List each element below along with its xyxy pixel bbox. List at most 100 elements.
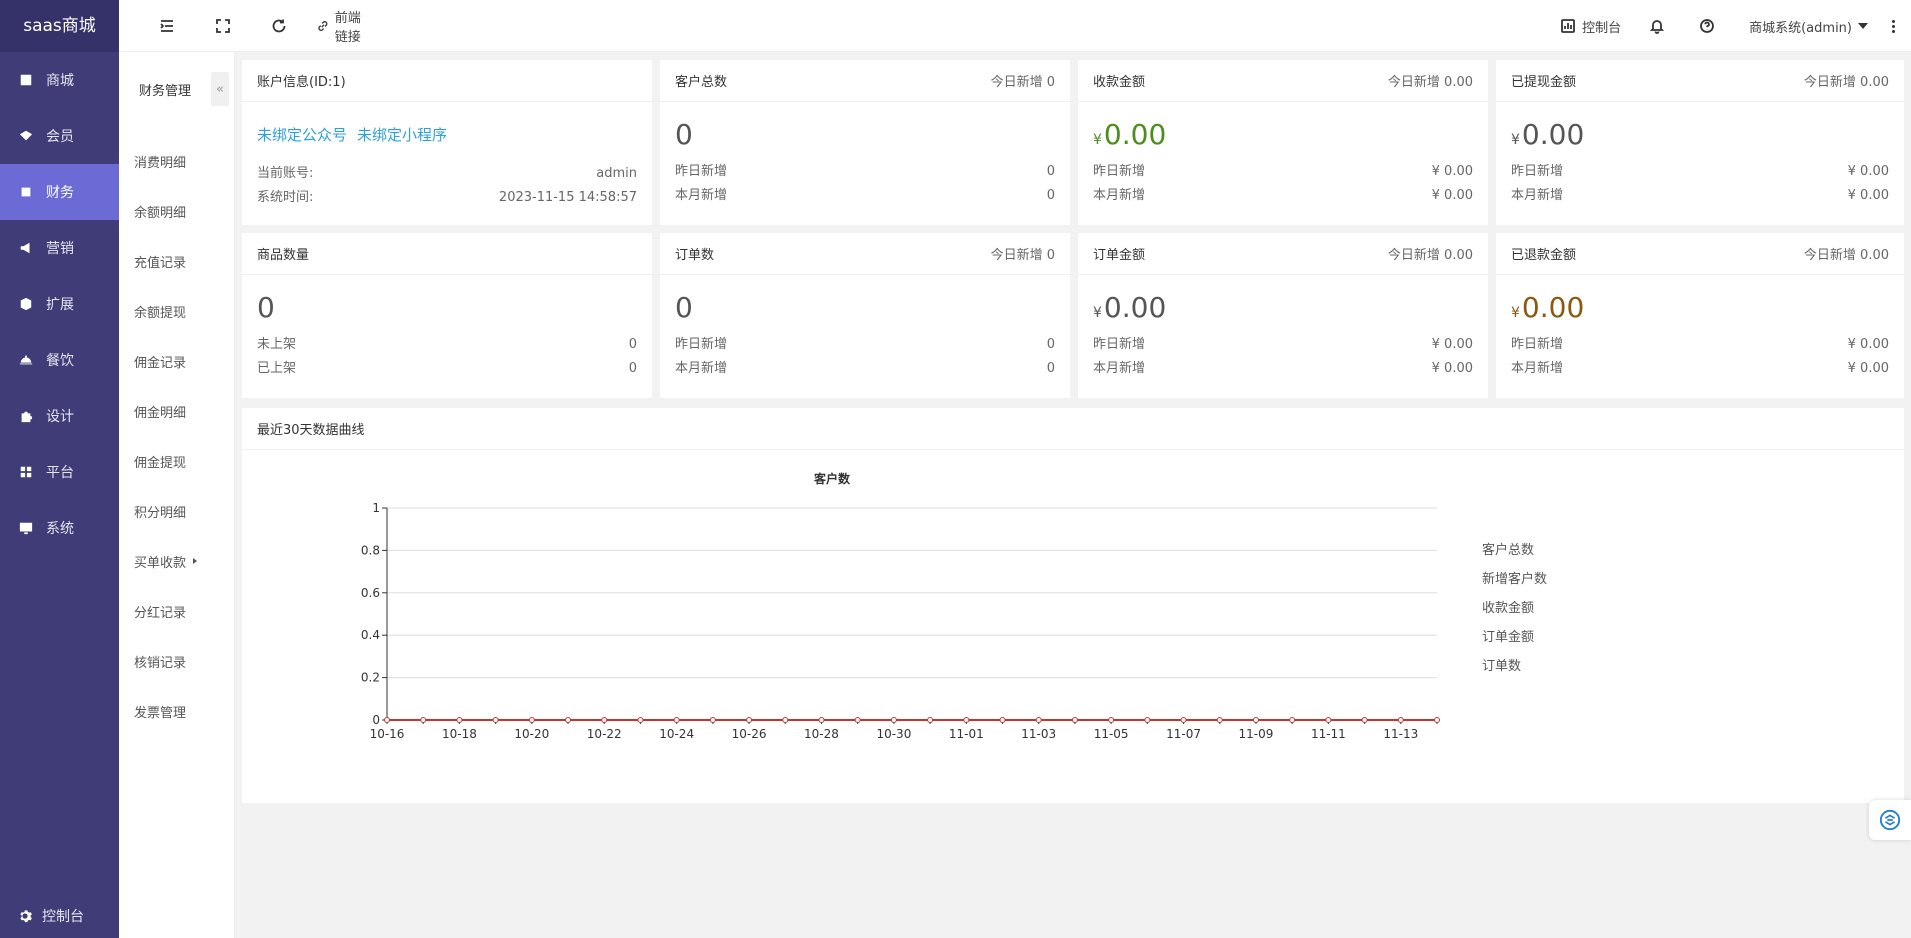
card-title: 已退款金额 <box>1511 248 1577 263</box>
subnav-item-10[interactable]: 核销记录 <box>119 636 235 686</box>
row-value: 0 <box>628 361 637 376</box>
menu-toggle-button[interactable] <box>139 0 195 52</box>
sidebar-item-0[interactable]: 商城 <box>0 52 119 108</box>
series-point <box>1108 717 1115 723</box>
more-options-icon[interactable] <box>1882 19 1911 33</box>
subnav-item-label: 买单收款 <box>134 555 187 571</box>
sidebar-item-label: 财务 <box>46 185 74 201</box>
bind-official-account-link[interactable]: 未绑定公众号 <box>257 126 347 144</box>
series-point <box>384 717 390 723</box>
series-point <box>492 717 499 723</box>
sidebar-item-label: 设计 <box>46 409 74 425</box>
card-title: 账户信息(ID:1) <box>257 75 346 90</box>
series-point <box>709 717 716 723</box>
legend-item: 收款金额 <box>1482 600 1534 616</box>
subnav-item-label: 佣金明细 <box>134 405 187 421</box>
currency-symbol: ¥ <box>1093 305 1102 321</box>
subnav-item-7[interactable]: 积分明细 <box>119 486 235 536</box>
subnav-item-label: 消费明细 <box>134 155 187 171</box>
refresh-icon <box>272 19 286 32</box>
legend-item: 订单金额 <box>1482 629 1534 645</box>
big-value: 0 <box>257 291 275 324</box>
row-label: 本月新增 <box>1511 361 1564 376</box>
help-icon <box>1700 19 1715 33</box>
big-value: 0 <box>675 118 693 151</box>
subnav-item-11[interactable]: 发票管理 <box>119 686 235 736</box>
row-value: 0 <box>1046 188 1055 203</box>
series-point <box>1180 717 1187 723</box>
row-value: ¥ 0.00 <box>1431 361 1473 376</box>
frontend-link-button[interactable]: 前端链接 <box>317 0 373 52</box>
series-point <box>963 717 970 723</box>
sidebar-item-7[interactable]: 平台 <box>0 444 119 500</box>
card-title: 收款金额 <box>1093 75 1146 90</box>
sidebar-item-8[interactable]: 系统 <box>0 500 119 556</box>
fullscreen-button[interactable] <box>195 0 251 52</box>
series-point <box>456 717 463 723</box>
series-point <box>637 717 644 723</box>
subnav-item-6[interactable]: 佣金提现 <box>119 436 235 486</box>
row-label: 昨日新增 <box>1511 337 1564 352</box>
series-point <box>1144 717 1151 723</box>
sidebar-item-5[interactable]: 餐饮 <box>0 332 119 388</box>
x-tick-label: 11-09 <box>1239 727 1274 741</box>
big-value: 0.00 <box>1521 118 1585 151</box>
x-tick-label: 11-11 <box>1311 727 1346 741</box>
bind-mini-program-link[interactable]: 未绑定小程序 <box>357 126 447 144</box>
sidebar-item-4[interactable]: 扩展 <box>0 276 119 332</box>
subnav-item-label: 充值记录 <box>134 255 187 271</box>
row-value: 0 <box>1046 361 1055 376</box>
x-tick-label: 10-20 <box>514 727 549 741</box>
sidebar-item-6[interactable]: 设计 <box>0 388 119 444</box>
row-label: 本月新增 <box>1093 188 1146 203</box>
console-button[interactable]: 控制台 <box>1546 0 1635 52</box>
row-label: 昨日新增 <box>1511 164 1564 179</box>
row-label: 本月新增 <box>675 188 728 203</box>
subnav-item-3[interactable]: 余额提现 <box>119 286 235 336</box>
row-value: ¥ 0.00 <box>1431 164 1473 179</box>
sidebar-console-button[interactable]: 控制台 <box>0 894 119 938</box>
series-point <box>1216 717 1223 723</box>
row-label: 本月新增 <box>675 361 728 376</box>
monitor-icon <box>18 520 34 536</box>
series-point <box>1397 717 1404 723</box>
link-icon <box>318 20 328 31</box>
account-info-card: 账户信息(ID:1) 未绑定公众号 未绑定小程序 当前账号: admin 系统时间:… <box>242 60 652 225</box>
x-tick-label: 10-28 <box>804 727 839 741</box>
sidebar-item-label: 平台 <box>46 465 74 481</box>
refunds-card: 已退款金额 今日新增 0.00 ¥0.00 昨日新增 ¥ 0.00 本月新增 ¥ 0.… <box>1496 233 1904 398</box>
x-tick-label: 10-30 <box>876 727 911 741</box>
x-tick-label: 10-26 <box>732 727 767 741</box>
assistant-float-button[interactable] <box>1869 800 1911 840</box>
sidebar-item-3[interactable]: 营销 <box>0 220 119 276</box>
sidebar-item-2[interactable]: 财务 <box>0 164 119 220</box>
receipts-card: 收款金额 今日新增 0.00 ¥0.00 昨日新增 ¥ 0.00 本月新增 ¥ 0.0… <box>1078 60 1488 225</box>
sidebar-console-label: 控制台 <box>42 909 84 925</box>
bell-icon <box>1649 20 1665 34</box>
sidebar-item-label: 营销 <box>46 241 74 257</box>
subnav-item-5[interactable]: 佣金明细 <box>119 386 235 436</box>
x-tick-label: 11-03 <box>1021 727 1056 741</box>
subnav-item-1[interactable]: 余额明细 <box>119 186 235 236</box>
subnav-collapse-button[interactable]: « <box>211 72 229 106</box>
sidebar-item-1[interactable]: 会员 <box>0 108 119 164</box>
subnav-item-0[interactable]: 消费明细 <box>119 136 235 186</box>
dish-icon <box>18 352 34 368</box>
row-label: 昨日新增 <box>675 164 728 179</box>
subnav-item-9[interactable]: 分红记录 <box>119 586 235 636</box>
x-tick-label: 10-16 <box>370 727 405 741</box>
refresh-button[interactable] <box>251 0 307 52</box>
big-value: 0.00 <box>1521 291 1585 324</box>
finance-icon <box>18 184 34 200</box>
help-button[interactable] <box>1685 0 1735 52</box>
today-new: 今日新增 0.00 <box>1803 248 1889 263</box>
subnav-item-label: 余额提现 <box>134 305 187 321</box>
user-menu[interactable]: 商城系统(admin) <box>1735 0 1882 52</box>
subnav-item-label: 余额明细 <box>134 205 187 221</box>
notifications-button[interactable] <box>1635 0 1685 52</box>
subnav-item-4[interactable]: 佣金记录 <box>119 336 235 386</box>
app-logo[interactable]: saas商城 <box>0 0 119 52</box>
subnav-title: 财务管理 <box>139 84 192 99</box>
subnav-item-8[interactable]: 买单收款 <box>119 536 235 586</box>
subnav-item-2[interactable]: 充值记录 <box>119 236 235 286</box>
